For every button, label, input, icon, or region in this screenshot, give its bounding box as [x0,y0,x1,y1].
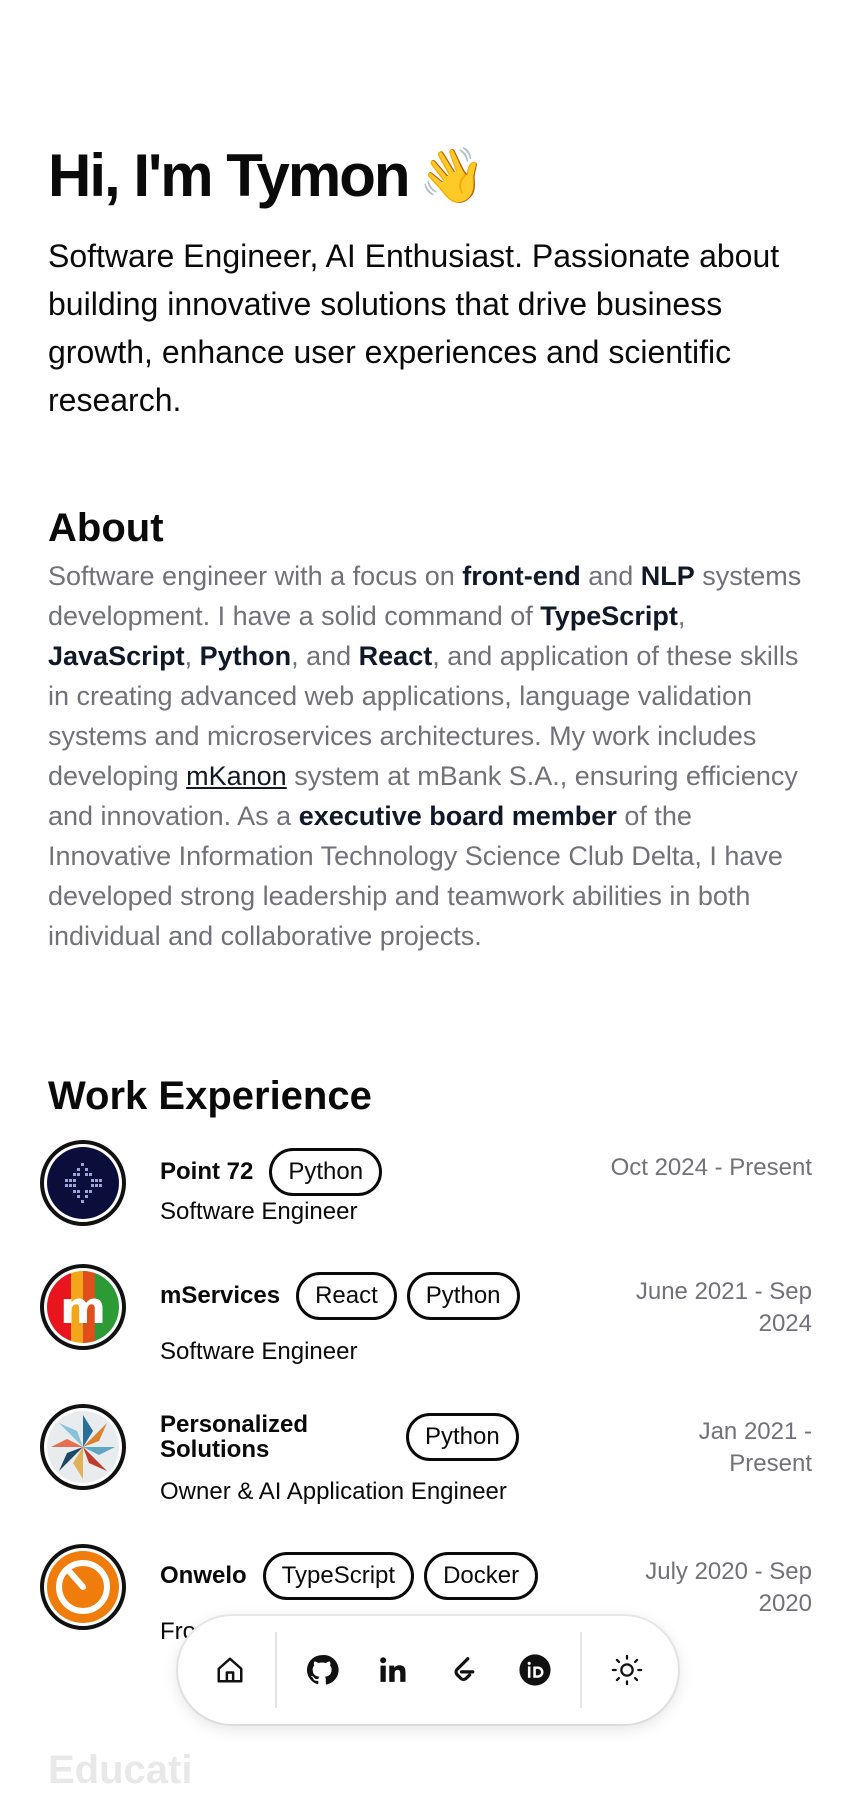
linkedin-icon [379,1657,405,1682]
dock-separator [579,1632,582,1708]
home-icon [217,1657,242,1683]
about-highlight: JavaScript [48,641,185,671]
about-highlight: NLP [640,561,695,591]
about-text-segment: and [580,561,641,591]
about-highlight: Python [199,641,292,671]
about-highlight: front-end [462,561,581,591]
job-mservices[interactable]: m mServices React Python Software Engine… [40,1264,812,1374]
orcid-button[interactable] [509,1644,561,1696]
tech-badge: TypeScript [262,1552,415,1600]
about-text-segment: Software engineer with a focus on [48,561,463,591]
leetcode-button[interactable] [438,1644,490,1696]
personalized-solutions-logo-icon [51,1415,115,1479]
hero-title: Hi, I'm Tymon 👋 [48,142,486,209]
svg-text:m: m [60,1283,106,1334]
job-dates: July 2020 - Sep 2020 [645,1558,812,1617]
company-name: Point 72 [160,1158,254,1185]
company-name: Personalized Solutions [160,1411,309,1463]
company-name: mServices [160,1282,281,1309]
job-role: Software Engineer [160,1198,358,1225]
mservices-logo: m [40,1264,126,1350]
company-row: Point 72 Python [160,1148,392,1196]
tech-badge: Python [269,1148,383,1196]
point72-logo-icon [65,1163,102,1203]
onwelo-logo-icon [56,1560,110,1614]
job-role: Software Engineer [160,1338,358,1365]
company-row: Personalized Solutions Python [160,1412,529,1462]
work-experience-heading: Work Experience [48,1074,372,1118]
dock-separator [274,1632,277,1708]
about-text-segment: , [184,641,200,671]
about-text-segment: , [677,601,686,631]
about-text-segment: , and [291,641,359,671]
github-button[interactable] [296,1644,348,1696]
about-highlight: executive board member [298,801,617,831]
company-name: Onwelo [160,1562,247,1589]
about-highlight: TypeScript [540,601,678,631]
hero-subtitle: Software Engineer, AI Enthusiast. Passio… [48,238,780,418]
github-icon [306,1655,339,1685]
linkedin-button[interactable] [367,1644,419,1696]
job-dates: June 2021 - Sep 2024 [635,1278,812,1337]
sun-icon [611,1654,642,1686]
job-dates: Oct 2024 - Present [610,1154,812,1181]
theme-toggle-button[interactable] [601,1644,653,1696]
job-point72[interactable]: Point 72 Python Software Engineer Oct 20… [40,1140,812,1250]
company-row: mServices React Python [160,1272,530,1320]
company-row: Onwelo TypeScript Docker [160,1552,548,1600]
tech-badge: React [296,1272,397,1320]
mkanon-link[interactable]: mKanon [186,761,287,791]
point72-logo [40,1140,126,1226]
job-role: Owner & AI Application Engineer [160,1478,507,1505]
hero-title-text: Hi, I'm Tymon [48,142,411,209]
wave-emoji: 👋 [418,144,486,207]
home-button[interactable] [204,1644,256,1696]
job-dates: Jan 2021 - Present [698,1418,812,1477]
job-personalized-solutions[interactable]: Personalized Solutions Python Owner & AI… [40,1404,812,1514]
tech-badge: Python [406,1413,519,1461]
onwelo-logo [40,1544,126,1630]
orcid-icon [518,1654,551,1686]
floating-dock [178,1616,678,1724]
mservices-logo-icon: m [47,1271,119,1343]
about-heading: About [48,506,164,550]
tech-badge: Docker [424,1552,539,1600]
tech-badge: Python [406,1272,520,1320]
leetcode-icon [453,1657,474,1682]
education-heading-peek: Educati [48,1748,193,1792]
about-highlight: React [358,641,433,671]
personalized-solutions-logo [40,1404,126,1490]
about-paragraph: Software engineer with a focus on front-… [48,556,812,956]
